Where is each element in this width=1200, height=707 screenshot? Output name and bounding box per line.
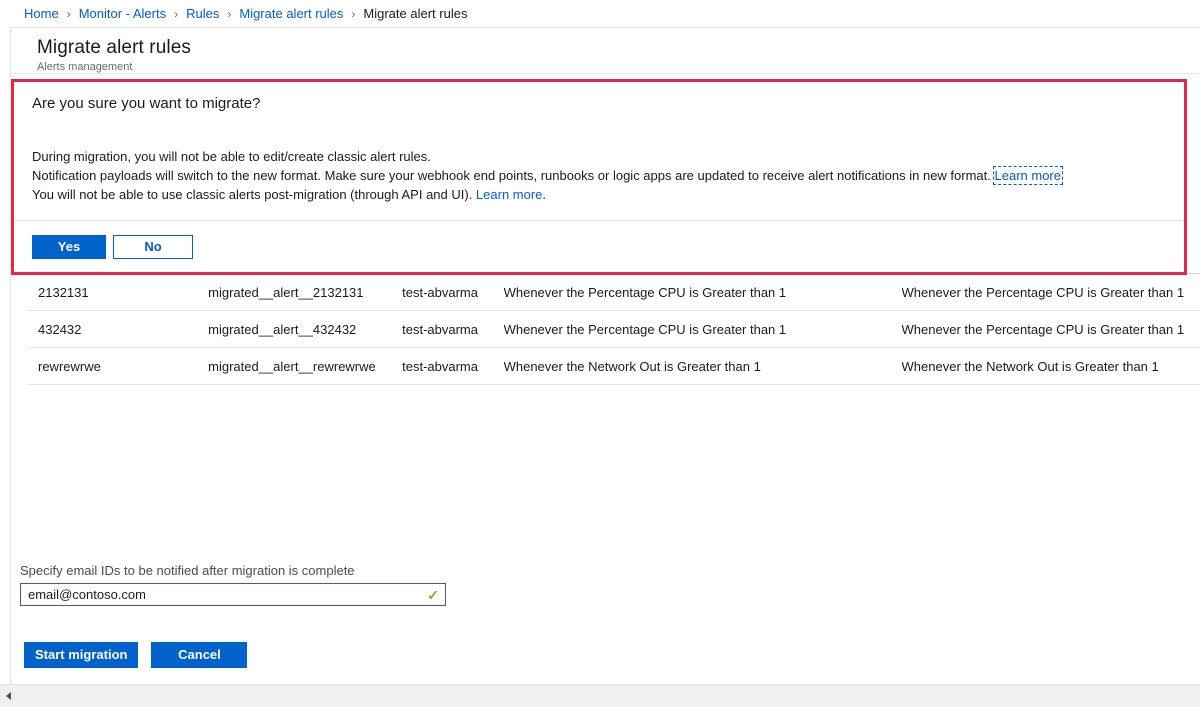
breadcrumb-item-monitor-alerts[interactable]: Monitor - Alerts [79,6,166,21]
learn-more-link-payloads[interactable]: Learn more [992,166,1064,185]
breadcrumb-separator: › [66,6,71,21]
confirm-line-1: During migration, you will not be able t… [32,149,431,164]
learn-more-link-classic-alerts[interactable]: Learn more [476,187,542,202]
breadcrumb-item-rules[interactable]: Rules [186,6,219,21]
breadcrumb-current: Migrate alert rules [363,6,468,21]
cell-new-rule-name: migrated__alert__rewrewrwe [208,358,376,374]
alert-rules-table: 2132131 migrated__alert__2132131 test-ab… [11,273,1200,385]
valid-check-icon: ✓ [427,586,439,603]
table-row[interactable]: 432432 migrated__alert__432432 test-abva… [27,311,1200,348]
cell-resource-group: test-abvarma [402,284,478,300]
cell-resource-group: test-abvarma [402,358,478,374]
confirm-heading: Are you sure you want to migrate? [32,95,261,112]
email-field-label: Specify email IDs to be notified after m… [20,563,355,578]
cell-rule-name: 2132131 [38,284,89,300]
cell-rule-name: rewrewrwe [38,358,101,374]
cancel-button[interactable]: Cancel [151,642,248,668]
confirm-panel-actions: Yes No [14,221,1184,272]
cell-new-rule-name: migrated__alert__2132131 [208,284,364,300]
confirm-line-3: You will not be able to use classic aler… [32,185,1166,204]
page-title: Migrate alert rules [37,37,191,58]
cell-condition: Whenever the Percentage CPU is Greater t… [503,321,787,337]
confirm-panel-body: Are you sure you want to migrate? During… [14,82,1184,220]
email-input-wrapper[interactable]: ✓ [20,583,446,606]
start-migration-button[interactable]: Start migration [24,642,139,668]
confirm-message: During migration, you will not be able t… [32,147,1166,204]
table-row[interactable]: 2132131 migrated__alert__2132131 test-ab… [27,274,1200,311]
confirm-line-3-text: You will not be able to use classic aler… [32,187,476,202]
breadcrumb-item-home[interactable]: Home [24,6,59,21]
cell-new-condition: Whenever the Percentage CPU is Greater t… [901,321,1185,337]
blade-header: Migrate alert rules Alerts management [10,27,1200,74]
blade-footer-actions: Start migration Cancel [24,642,248,668]
confirm-no-button[interactable]: No [113,235,193,259]
breadcrumb-separator: › [351,6,356,21]
scroll-left-arrow-icon[interactable] [0,685,17,707]
cell-new-condition: Whenever the Network Out is Greater than… [901,358,1159,374]
migration-confirm-panel: Are you sure you want to migrate? During… [11,79,1187,275]
breadcrumb-separator: › [227,6,232,21]
cell-condition: Whenever the Network Out is Greater than… [503,358,761,374]
cell-condition: Whenever the Percentage CPU is Greater t… [503,284,787,300]
cell-new-condition: Whenever the Percentage CPU is Greater t… [901,284,1185,300]
breadcrumb-separator: › [174,6,179,21]
cell-resource-group: test-abvarma [402,321,478,337]
breadcrumb-item-migrate-alert-rules[interactable]: Migrate alert rules [239,6,343,21]
email-input[interactable] [21,584,445,605]
blade-left-gutter [0,27,11,685]
confirm-line-2: Notification payloads will switch to the… [32,166,1166,185]
confirm-line-3-period: . [542,187,547,202]
cell-rule-name: 432432 [38,321,82,337]
notification-email-block: Specify email IDs to be notified after m… [20,562,446,606]
table-row[interactable]: rewrewrwe migrated__alert__rewrewrwe tes… [27,348,1200,385]
cell-new-rule-name: migrated__alert__432432 [208,321,357,337]
page-subtitle: Alerts management [37,61,133,73]
confirm-line-2-text: Notification payloads will switch to the… [32,168,995,183]
confirm-yes-button[interactable]: Yes [32,235,106,259]
horizontal-scrollbar[interactable] [0,685,1200,707]
breadcrumb: Home › Monitor - Alerts › Rules › Migrat… [0,0,1200,27]
